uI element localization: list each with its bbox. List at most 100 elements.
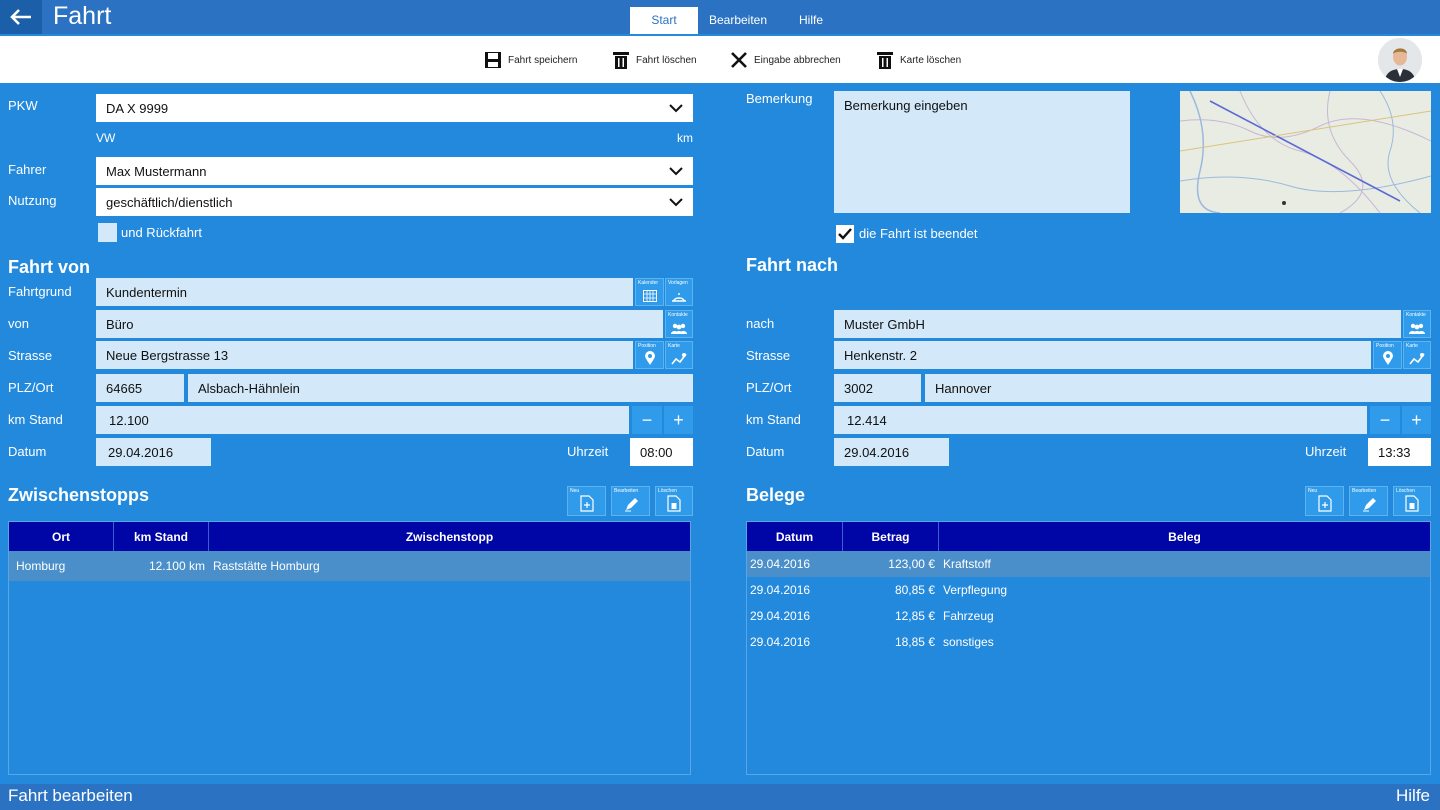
tab-start[interactable]: Start	[630, 7, 698, 34]
beendet-checkbox[interactable]	[836, 225, 854, 243]
nach-km-decrement-button[interactable]: −	[1370, 406, 1400, 434]
nutzung-select[interactable]: geschäftlich/dienstlich	[96, 188, 693, 216]
nach-plz-value: 3002	[844, 380, 873, 396]
zwischenstopp-edit-button[interactable]: Bearbeiten	[611, 486, 650, 516]
rueckfahrt-label: und Rückfahrt	[121, 225, 202, 240]
contacts-icon	[671, 323, 687, 334]
column-header-datum[interactable]: Datum	[747, 522, 843, 551]
fahrtgrund-input[interactable]: Kundentermin	[96, 278, 633, 306]
nach-position-button[interactable]: Position	[1373, 341, 1402, 369]
von-strasse-input[interactable]: Neue Bergstrasse 13	[96, 341, 633, 369]
nach-kontakte-button[interactable]: Kontakte	[1403, 310, 1431, 338]
nach-plz-input[interactable]: 3002	[834, 374, 921, 402]
save-trip-button[interactable]: Fahrt speichern	[484, 48, 577, 72]
column-header-zwischenstopp[interactable]: Zwischenstopp	[209, 522, 690, 551]
fahrtgrund-label: Fahrtgrund	[8, 284, 72, 299]
von-datum-input[interactable]: 29.04.2016	[96, 438, 211, 466]
nach-uhrzeit-value: 13:33	[1378, 444, 1411, 460]
zwischenstopp-delete-button[interactable]: Löschen	[655, 486, 693, 516]
table-row[interactable]: 29.04.2016 12,85 € Fahrzeug	[747, 603, 1430, 629]
cancel-input-button[interactable]: Eingabe abbrechen	[730, 48, 841, 72]
position-caption: Position	[1376, 343, 1394, 349]
nach-ort-input[interactable]: Hannover	[925, 374, 1431, 402]
beleg-edit-button[interactable]: Bearbeiten	[1349, 486, 1388, 516]
cell-zwischenstopp: Raststätte Homburg	[213, 559, 320, 573]
von-kontakte-button[interactable]: Kontakte	[665, 310, 693, 338]
map-pin-icon	[644, 351, 655, 365]
nach-uhrzeit-input[interactable]: 13:33	[1368, 438, 1431, 466]
zwischenstopp-new-button[interactable]: Neu	[567, 486, 606, 516]
fahrt-von-heading: Fahrt von	[8, 257, 91, 277]
help-link[interactable]: Hilfe	[1396, 786, 1430, 806]
nach-ort-value: Hannover	[935, 380, 992, 396]
delete-trip-button[interactable]: Fahrt löschen	[612, 48, 697, 72]
vorlagen-caption: Vorlagen	[668, 280, 688, 286]
nutzung-value: geschäftlich/dienstlich	[106, 194, 233, 210]
status-bar	[0, 784, 1440, 810]
von-plz-value: 64665	[106, 380, 143, 396]
bemerkung-label: Bemerkung	[746, 91, 813, 106]
nach-km-label: km Stand	[746, 412, 801, 427]
von-plz-input[interactable]: 64665	[96, 374, 184, 402]
trash-icon	[613, 52, 629, 69]
delete-document-icon	[1405, 495, 1419, 512]
cell-km: 12.100 km	[148, 559, 205, 573]
kalender-button[interactable]: Kalender	[635, 278, 664, 306]
pencil-icon	[1362, 498, 1376, 512]
von-ort-input[interactable]: Alsbach-Hähnlein	[188, 374, 693, 402]
belege-table: Datum Betrag Beleg 29.04.2016 123,00 € K…	[746, 521, 1431, 775]
karte-caption: Karte	[1406, 343, 1418, 349]
von-uhrzeit-input[interactable]: 08:00	[630, 438, 693, 466]
column-header-km[interactable]: km Stand	[114, 522, 209, 551]
nach-datum-input[interactable]: 29.04.2016	[834, 438, 949, 466]
table-row[interactable]: Homburg 12.100 km Raststätte Homburg	[9, 551, 690, 581]
von-km-decrement-button[interactable]: −	[632, 406, 662, 434]
calendar-icon	[642, 290, 657, 302]
cell-beleg: Kraftstoff	[943, 557, 991, 571]
von-uhrzeit-label: Uhrzeit	[567, 444, 609, 459]
back-button[interactable]	[0, 0, 42, 34]
column-header-beleg[interactable]: Beleg	[939, 522, 1430, 551]
beendet-label: die Fahrt ist beendet	[859, 226, 978, 241]
von-km-increment-button[interactable]: +	[664, 406, 693, 434]
column-header-ort[interactable]: Ort	[9, 522, 114, 551]
von-input[interactable]: Büro	[96, 310, 663, 338]
nach-input[interactable]: Muster GmbH	[834, 310, 1401, 338]
fahrer-select[interactable]: Max Mustermann	[96, 157, 693, 185]
tab-hilfe[interactable]: Hilfe	[785, 7, 837, 34]
nach-km-increment-button[interactable]: +	[1402, 406, 1431, 434]
nach-value: Muster GmbH	[844, 316, 925, 332]
map-route-icon	[671, 353, 687, 365]
bearbeiten-caption: Bearbeiten	[614, 488, 639, 494]
fahrtgrund-value: Kundentermin	[106, 284, 187, 300]
fahrer-label: Fahrer	[8, 162, 47, 177]
bemerkung-textarea[interactable]: Bemerkung eingeben	[834, 91, 1130, 213]
table-row[interactable]: 29.04.2016 123,00 € Kraftstoff	[747, 551, 1430, 577]
checkmark-icon	[838, 228, 852, 240]
beleg-new-button[interactable]: Neu	[1305, 486, 1344, 516]
pkw-select[interactable]: DA X 9999	[96, 94, 693, 122]
karte-caption: Karte	[668, 343, 680, 349]
beleg-delete-button[interactable]: Löschen	[1393, 486, 1431, 516]
von-position-button[interactable]: Position	[635, 341, 664, 369]
von-km-label: km Stand	[8, 412, 63, 427]
von-karte-button[interactable]: Karte	[665, 341, 693, 369]
zwischenstopps-heading: Zwischenstopps	[8, 485, 150, 505]
user-avatar[interactable]	[1378, 38, 1422, 82]
von-datum-value: 29.04.2016	[108, 444, 174, 460]
pkw-unit: km	[677, 131, 693, 145]
rueckfahrt-checkbox[interactable]	[98, 223, 117, 242]
template-icon	[672, 293, 686, 302]
clear-map-button[interactable]: Karte löschen	[876, 48, 961, 72]
column-header-betrag[interactable]: Betrag	[843, 522, 939, 551]
von-km-input[interactable]: 12.100	[96, 406, 629, 434]
nach-strasse-input[interactable]: Henkenstr. 2	[834, 341, 1371, 369]
tab-bearbeiten[interactable]: Bearbeiten	[704, 7, 772, 34]
table-row[interactable]: 29.04.2016 18,85 € sonstiges	[747, 629, 1430, 655]
map-preview[interactable]	[1180, 91, 1431, 213]
vorlagen-button[interactable]: Vorlagen	[665, 278, 693, 306]
table-row[interactable]: 29.04.2016 80,85 € Verpflegung	[747, 577, 1430, 603]
nach-km-input[interactable]: 12.414	[834, 406, 1367, 434]
nach-karte-button[interactable]: Karte	[1403, 341, 1431, 369]
kalender-caption: Kalender	[638, 280, 659, 286]
